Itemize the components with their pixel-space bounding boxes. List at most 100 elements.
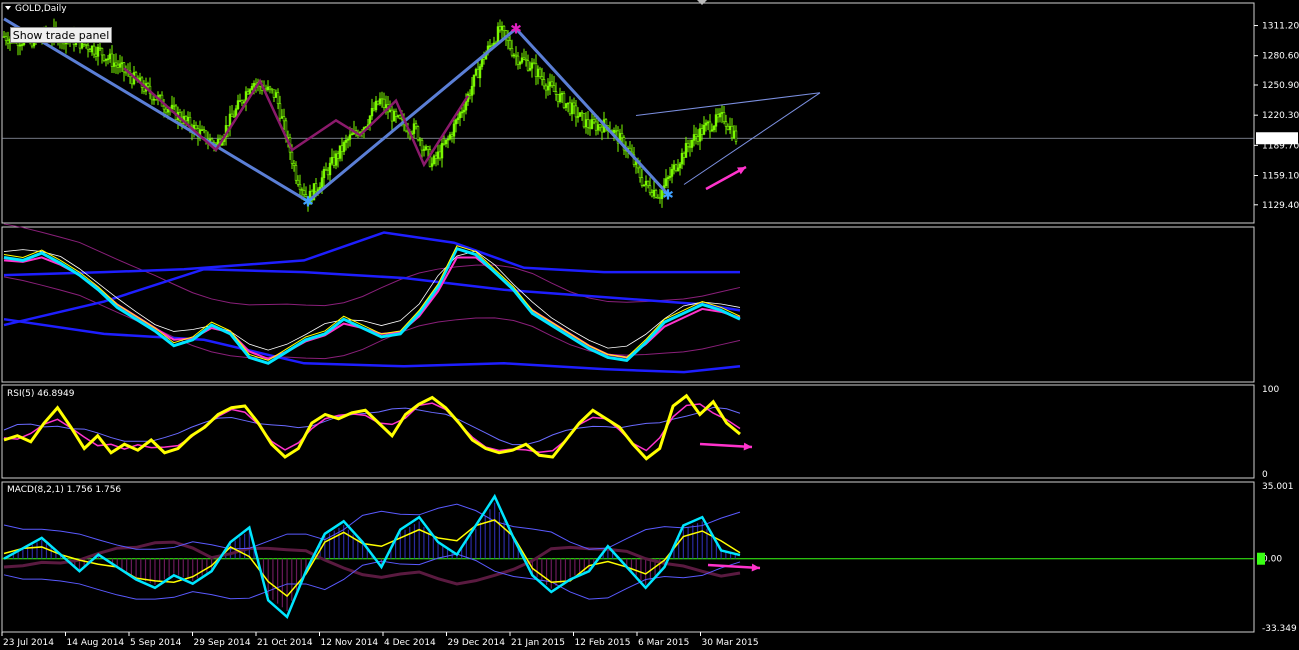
- candle-body: [380, 98, 384, 101]
- candle-body: [516, 55, 520, 65]
- candle-body: [104, 58, 108, 61]
- candle-body: [584, 119, 588, 128]
- date-tick-label: 4 Dec 2014: [384, 638, 436, 648]
- candle-body: [320, 177, 324, 188]
- candle-body: [426, 146, 430, 150]
- macd-tick-label: -33.349: [1262, 624, 1297, 634]
- candle-body: [294, 165, 298, 181]
- show-trade-panel-button[interactable]: Show trade panel: [10, 27, 112, 43]
- candle-body: [390, 109, 394, 122]
- candle-body: [346, 138, 350, 141]
- candle-body: [498, 26, 502, 31]
- candle-body: [412, 123, 416, 134]
- candle-body: [620, 133, 624, 138]
- candle-body: [678, 163, 682, 169]
- candle-body: [272, 89, 276, 98]
- candle-body: [424, 146, 428, 150]
- candle-body: [18, 44, 22, 47]
- candle-body: [330, 157, 334, 164]
- candle-body: [440, 143, 444, 159]
- candle-body: [546, 85, 550, 91]
- candle-body: [508, 40, 512, 49]
- candle-body: [350, 133, 354, 136]
- candle-body: [336, 153, 340, 159]
- candle-body: [682, 152, 686, 158]
- candle-body: [116, 64, 120, 68]
- candle-body: [250, 86, 254, 90]
- macd-histogram: [8, 502, 736, 612]
- candle-body: [374, 100, 378, 111]
- candle-body: [268, 86, 272, 90]
- candle-body: [280, 116, 284, 119]
- candle-body: [246, 91, 250, 95]
- rsi-line: [3, 393, 741, 461]
- date-tick-label: 14 Aug 2014: [67, 638, 125, 648]
- candle-body: [122, 62, 126, 73]
- candle-body: [470, 86, 474, 96]
- candle-body: [442, 143, 446, 145]
- rsi-tick-label: 100: [1262, 385, 1279, 395]
- date-tick-label: 21 Oct 2014: [257, 638, 313, 648]
- date-tick-label: 5 Sep 2014: [130, 638, 182, 648]
- candle-body: [324, 169, 328, 171]
- candle-body: [102, 54, 106, 61]
- candle-body: [200, 129, 204, 131]
- date-tick-label: 23 Jul 2014: [3, 638, 54, 648]
- candle-body: [110, 53, 114, 67]
- low-marker-icon: ✱: [302, 194, 314, 210]
- dropdown-triangle-icon: [5, 6, 11, 10]
- candle-body: [590, 119, 594, 129]
- candle-body: [274, 92, 278, 98]
- candle-body: [478, 66, 482, 79]
- candle-body: [170, 104, 174, 110]
- candle-body: [644, 180, 648, 186]
- candle-body: [574, 105, 578, 118]
- candle-body: [328, 162, 332, 176]
- candle-body: [118, 63, 122, 68]
- candle-body: [556, 94, 560, 102]
- candle-body: [240, 100, 244, 104]
- date-tick-label: 29 Sep 2014: [194, 638, 251, 648]
- candle-body: [438, 151, 442, 159]
- candle-body: [326, 170, 330, 176]
- macd-arrow-head: [751, 563, 760, 572]
- candle-body: [300, 189, 304, 191]
- candle-body: [664, 178, 668, 187]
- candle-body: [708, 121, 712, 132]
- candle-body: [532, 62, 536, 65]
- candle-body: [638, 167, 642, 179]
- pane-frame-4: [1, 481, 1255, 633]
- candle-body: [552, 85, 556, 92]
- candle-body: [322, 169, 326, 178]
- candle-body: [482, 57, 486, 60]
- candle-body: [476, 69, 480, 79]
- candle-body: [654, 190, 658, 198]
- candle-body: [674, 164, 678, 171]
- candle-body: [114, 62, 118, 66]
- low-marker-icon: ✱: [662, 187, 674, 203]
- candle-body: [384, 104, 388, 108]
- candle-body: [560, 92, 564, 95]
- candle-body: [580, 112, 584, 114]
- candle-body: [524, 58, 528, 61]
- candle-body: [94, 53, 98, 57]
- candle-body: [686, 143, 690, 147]
- candle-body: [514, 54, 518, 57]
- candle-body: [106, 58, 110, 61]
- candle-body: [194, 124, 198, 130]
- candle-body: [562, 92, 566, 108]
- candle-body: [154, 98, 158, 101]
- candle-body: [640, 177, 644, 186]
- candle-body: [706, 121, 710, 124]
- candle-body: [684, 143, 688, 158]
- candle-body: [716, 114, 720, 118]
- candle-body: [582, 113, 586, 128]
- candle-body: [334, 153, 338, 166]
- rsi-title: RSI(5) 46.8949: [7, 389, 75, 399]
- symbol-title: GOLD,Daily: [15, 4, 67, 14]
- candle-body: [296, 179, 300, 185]
- candle-body: [278, 103, 282, 119]
- candle-body: [158, 94, 162, 97]
- channel-upper-line: [635, 92, 821, 116]
- candle-body: [646, 180, 650, 187]
